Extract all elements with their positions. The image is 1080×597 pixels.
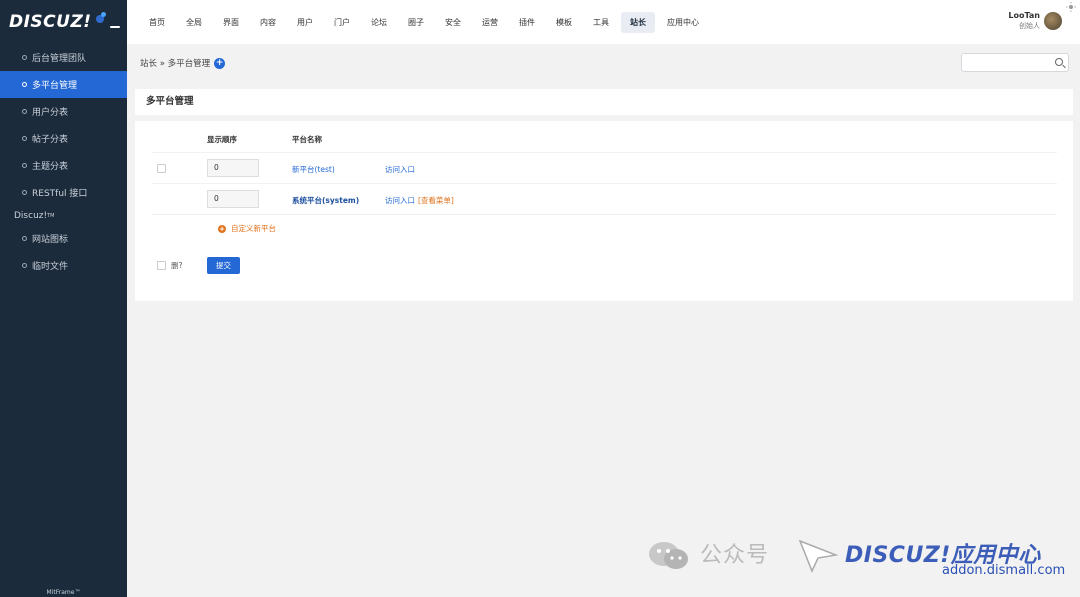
divider xyxy=(152,152,1057,153)
nav-item-app-center[interactable]: 应用中心 xyxy=(658,12,708,33)
nav-item-tools[interactable]: 工具 xyxy=(584,12,618,33)
watermark-wechat-text: 公众号 xyxy=(700,543,770,568)
sidebar-item-label: 帖子分表 xyxy=(32,135,69,145)
sidebar-menu: 后台管理团队 多平台管理 用户分表 帖子分表 主题分表 RESTful 接口 D… xyxy=(0,44,127,279)
display-order-input[interactable]: 0 xyxy=(207,190,259,208)
watermark-url: addon.dismall.com xyxy=(942,563,1066,578)
sidebar-item-user-tables[interactable]: 用户分表 xyxy=(0,98,127,125)
watermark: 公众号 DISCUZ!应用中心 addon.dismall.com xyxy=(648,535,1073,580)
circle-bullet-icon xyxy=(22,136,27,141)
user-info: LooTan 创始人 xyxy=(1008,11,1040,31)
platform-table-panel: 显示顺序 平台名称 0 新平台(test) 访问入口 0 系统平台(system… xyxy=(135,121,1073,301)
breadcrumb: 站长 » 多平台管理 + xyxy=(140,57,226,69)
user-role: 创始人 xyxy=(1019,22,1040,30)
row-delete-checkbox[interactable] xyxy=(157,164,166,173)
platform-name-link[interactable]: 新平台(test) xyxy=(292,164,335,175)
circle-bullet-icon xyxy=(22,163,27,168)
page-title: 多平台管理 xyxy=(135,89,1073,115)
nav-item-content[interactable]: 内容 xyxy=(251,12,285,33)
breadcrumb-bar: 站长 » 多平台管理 + xyxy=(127,44,1080,81)
search-input[interactable] xyxy=(961,53,1069,72)
user-name: LooTan xyxy=(1008,11,1040,20)
logo-text: DISCUZ! xyxy=(9,12,92,32)
sidebar-footer: MitFrame™ xyxy=(46,589,81,596)
logo[interactable]: DISCUZ! xyxy=(0,0,127,44)
add-platform-label: 自定义新平台 xyxy=(231,224,276,233)
sidebar-item-label: RESTful 接口 xyxy=(32,189,88,199)
add-platform-button[interactable]: + 自定义新平台 xyxy=(218,223,276,234)
circle-bullet-icon xyxy=(22,236,27,241)
column-header-name: 平台名称 xyxy=(292,135,322,144)
divider xyxy=(152,183,1057,184)
sidebar-group-label: Discuz! xyxy=(14,210,48,221)
circle-bullet-icon xyxy=(22,263,27,268)
nav-item-plugins[interactable]: 插件 xyxy=(510,12,544,33)
platform-name-link[interactable]: 系统平台(system) xyxy=(292,195,359,206)
sidebar-item-restful[interactable]: RESTful 接口 xyxy=(0,179,127,206)
sidebar-item-site-icon[interactable]: 网站图标 xyxy=(0,225,127,252)
nav-item-portal[interactable]: 门户 xyxy=(325,12,359,33)
nav-item-users[interactable]: 用户 xyxy=(288,12,322,33)
nav-item-forum[interactable]: 论坛 xyxy=(362,12,396,33)
sidebar-item-thread-tables[interactable]: 主题分表 xyxy=(0,152,127,179)
avatar[interactable] xyxy=(1044,12,1062,30)
top-navbar: 首页 全局 界面 内容 用户 门户 论坛 圈子 安全 运营 插件 模板 工具 站… xyxy=(127,0,1080,44)
user-menu[interactable]: LooTan 创始人 xyxy=(1008,11,1062,31)
sidebar-item-temp-files[interactable]: 临时文件 xyxy=(0,252,127,279)
divider xyxy=(152,214,1057,215)
sidebar-item-label: 后台管理团队 xyxy=(32,54,87,64)
sidebar-item-label: 用户分表 xyxy=(32,108,69,118)
circle-bullet-icon xyxy=(22,109,27,114)
plus-circle-icon[interactable]: + xyxy=(214,57,226,69)
breadcrumb-text: 站长 » 多平台管理 xyxy=(140,59,211,69)
circle-bullet-icon xyxy=(22,82,27,87)
plus-circle-icon: + xyxy=(218,224,226,233)
nav-item-interface[interactable]: 界面 xyxy=(214,12,248,33)
select-all-delete-checkbox[interactable] xyxy=(157,261,166,270)
sidebar-item-label: 主题分表 xyxy=(32,162,69,172)
display-order-input[interactable]: 0 xyxy=(207,159,259,177)
sidebar-item-label: 临时文件 xyxy=(32,262,69,272)
sidebar-item-admin-team[interactable]: 后台管理团队 xyxy=(0,44,127,71)
sun-icon[interactable] xyxy=(1066,2,1076,12)
trademark-sup: TM xyxy=(47,212,55,219)
search-icon[interactable] xyxy=(1055,58,1063,66)
sidebar-item-label: 多平台管理 xyxy=(32,81,78,91)
top-nav: 首页 全局 界面 内容 用户 门户 论坛 圈子 安全 运营 插件 模板 工具 站… xyxy=(140,11,711,33)
circle-bullet-icon xyxy=(22,190,27,195)
sidebar-item-post-tables[interactable]: 帖子分表 xyxy=(0,125,127,152)
circle-bullet-icon xyxy=(22,55,27,60)
sidebar-item-label: 网站图标 xyxy=(32,235,69,245)
sidebar-group-discuz[interactable]: Discuz! TM xyxy=(0,206,127,225)
view-menu-link[interactable]: [查看菜单] xyxy=(418,195,454,206)
wechat-icon xyxy=(649,542,688,569)
nav-item-home[interactable]: 首页 xyxy=(140,12,174,33)
column-header-order: 显示顺序 xyxy=(207,135,237,144)
nav-item-groups[interactable]: 圈子 xyxy=(399,12,433,33)
access-entry-link[interactable]: 访问入口 xyxy=(385,195,415,206)
nav-item-security[interactable]: 安全 xyxy=(436,12,470,33)
sidebar-item-multi-platform[interactable]: 多平台管理 xyxy=(0,71,127,98)
access-entry-link[interactable]: 访问入口 xyxy=(385,164,415,175)
nav-item-operations[interactable]: 运营 xyxy=(473,12,507,33)
nav-item-templates[interactable]: 模板 xyxy=(547,12,581,33)
nav-item-webmaster[interactable]: 站长 xyxy=(621,11,655,33)
nav-item-global[interactable]: 全局 xyxy=(177,12,211,33)
cursor-arrow-icon xyxy=(798,539,838,573)
delete-label: 删? xyxy=(171,261,183,270)
logo-mark-icon xyxy=(95,12,120,32)
submit-button[interactable]: 提交 xyxy=(207,257,240,274)
sidebar: DISCUZ! 后台管理团队 多平台管理 用户分表 帖子分表 主题分表 REST… xyxy=(0,0,127,597)
